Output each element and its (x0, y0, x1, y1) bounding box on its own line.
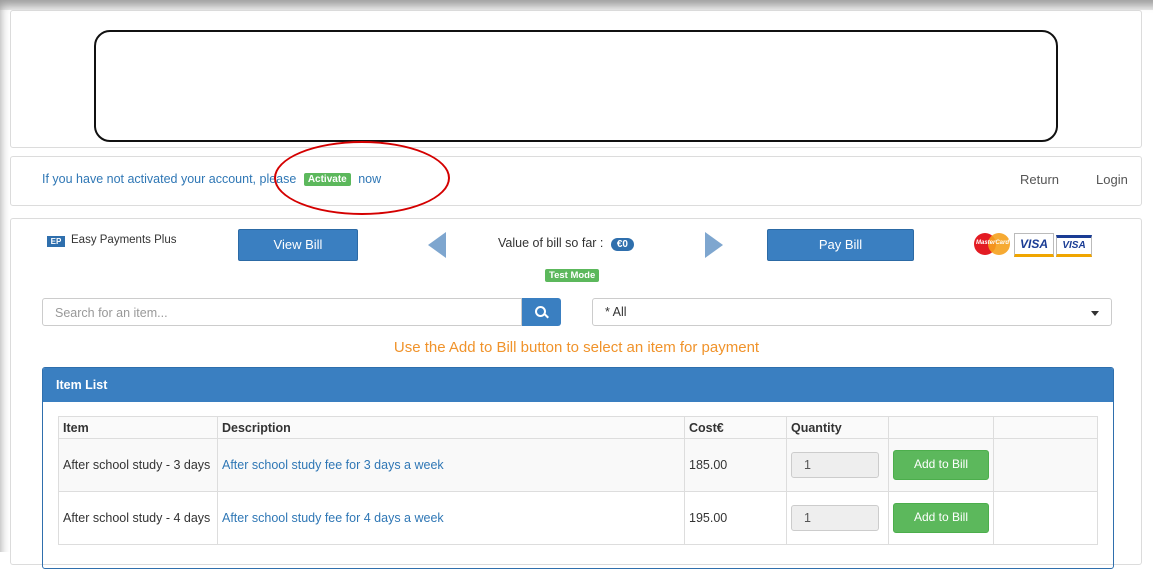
item-table: Item Description Cost€ Quantity After sc… (58, 416, 1098, 545)
visa-electron-icon: VISA (1056, 235, 1092, 257)
mastercard-text: MasterCard (976, 240, 1010, 246)
visa-icon: VISA (1014, 233, 1054, 257)
login-link[interactable]: Login (1096, 172, 1128, 187)
item-list-title: Item List (43, 368, 1113, 402)
window-top-edge (0, 0, 1153, 10)
mastercard-icon: MasterCard (974, 233, 1012, 255)
table-row: After school study - 3 days After school… (58, 438, 1098, 492)
action-cell: Add to Bill (888, 491, 994, 545)
view-bill-button[interactable]: View Bill (238, 229, 358, 261)
item-description[interactable]: After school study fee for 3 days a week (217, 438, 685, 492)
column-header (993, 416, 1098, 439)
quantity-input[interactable]: 1 (791, 505, 879, 531)
search-input[interactable]: Search for an item... (42, 298, 522, 326)
bill-value: Value of bill so far : €0 (498, 236, 634, 251)
add-to-bill-button[interactable]: Add to Bill (893, 503, 989, 533)
bill-amount-badge: €0 (610, 238, 634, 251)
empty-cell (993, 438, 1098, 492)
column-header: Cost€ (684, 416, 787, 439)
instruction-text: Use the Add to Bill button to select an … (393, 339, 760, 356)
column-header (888, 416, 994, 439)
chevron-right-icon[interactable] (705, 232, 723, 258)
activation-prefix: If you have not activated your account, … (42, 172, 297, 186)
category-selected: * All (605, 305, 627, 319)
chevron-left-icon[interactable] (428, 232, 446, 258)
quantity-input[interactable]: 1 (791, 452, 879, 478)
activation-suffix: now (358, 172, 382, 186)
column-header: Quantity (786, 416, 889, 439)
easy-payments-logo-icon: EP (47, 236, 65, 247)
activation-message: If you have not activated your account, … (42, 172, 381, 186)
table-row: After school study - 4 days After school… (58, 491, 1098, 545)
add-to-bill-button[interactable]: Add to Bill (893, 450, 989, 480)
bill-value-label: Value of bill so far : (498, 236, 604, 250)
caret-down-icon (1091, 311, 1099, 316)
item-cost: 195.00 (684, 491, 787, 545)
column-header: Item (58, 416, 218, 439)
banner-placeholder (94, 30, 1058, 142)
action-cell: Add to Bill (888, 438, 994, 492)
test-mode-badge: Test Mode (545, 269, 600, 282)
column-header: Description (217, 416, 685, 439)
item-cost: 185.00 (684, 438, 787, 492)
table-header-row: Item Description Cost€ Quantity (58, 416, 1098, 439)
brand: EP Easy Payments Plus (47, 234, 176, 247)
item-name: After school study - 3 days (58, 438, 218, 492)
return-link[interactable]: Return (1020, 172, 1059, 187)
search-button[interactable] (522, 298, 561, 326)
pay-bill-button[interactable]: Pay Bill (767, 229, 914, 261)
empty-cell (993, 491, 1098, 545)
brand-name: Easy Payments Plus (71, 234, 177, 246)
quantity-cell: 1 (786, 491, 889, 545)
category-select[interactable]: * All (592, 298, 1112, 326)
item-description[interactable]: After school study fee for 4 days a week (217, 491, 685, 545)
activate-button[interactable]: Activate (303, 173, 351, 186)
item-name: After school study - 4 days (58, 491, 218, 545)
quantity-cell: 1 (786, 438, 889, 492)
